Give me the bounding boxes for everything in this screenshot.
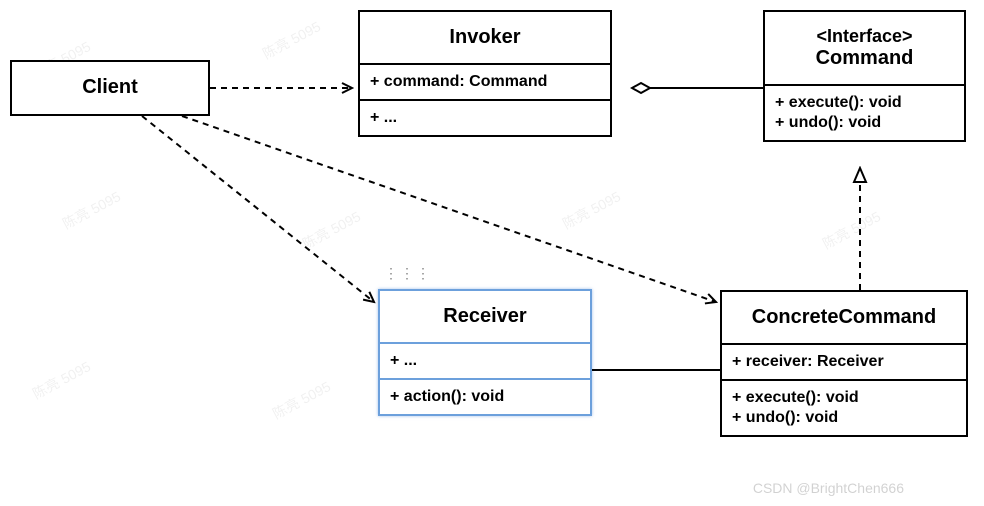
class-concrete-title: ConcreteCommand: [722, 292, 966, 345]
watermark: 陈亮 5095: [259, 16, 324, 63]
class-client[interactable]: Client: [10, 60, 210, 116]
drag-handle-icon[interactable]: ⋮⋮⋮: [384, 270, 402, 282]
watermark: 陈亮 5095: [299, 206, 364, 253]
watermark: 陈亮 5095: [29, 356, 94, 403]
class-command[interactable]: <Interface> Command + execute(): void + …: [763, 10, 966, 142]
watermark: 陈亮 5095: [559, 186, 624, 233]
class-receiver-title: Receiver: [380, 291, 590, 344]
dep-client-receiver: [142, 116, 374, 302]
class-command-op1: + execute(): void: [765, 86, 964, 114]
class-receiver-attr1: + ...: [380, 344, 590, 380]
class-concrete-command[interactable]: ConcreteCommand + receiver: Receiver + e…: [720, 290, 968, 437]
class-command-op2: + undo(): void: [765, 114, 964, 140]
class-invoker-title: Invoker: [360, 12, 610, 65]
class-command-title: <Interface> Command: [765, 12, 964, 86]
watermark: 陈亮 5095: [59, 186, 124, 233]
class-concrete-attr1: + receiver: Receiver: [722, 345, 966, 381]
watermark: 陈亮 5095: [269, 376, 334, 423]
class-command-stereotype: <Interface>: [773, 26, 956, 47]
class-client-title: Client: [12, 62, 208, 113]
class-invoker-attr2: + ...: [360, 101, 610, 135]
class-concrete-op1: + execute(): void: [722, 381, 966, 409]
class-invoker-attr1: + command: Command: [360, 65, 610, 101]
class-receiver[interactable]: Receiver + ... + action(): void: [378, 289, 592, 416]
dep-client-concrete: [182, 116, 716, 302]
watermark: 陈亮 5095: [819, 206, 884, 253]
class-concrete-op2: + undo(): void: [722, 409, 966, 435]
class-receiver-op1: + action(): void: [380, 380, 590, 414]
class-command-name: Command: [816, 47, 914, 69]
bottom-watermark: CSDN @BrightChen666: [753, 480, 904, 496]
class-invoker[interactable]: Invoker + command: Command + ...: [358, 10, 612, 137]
